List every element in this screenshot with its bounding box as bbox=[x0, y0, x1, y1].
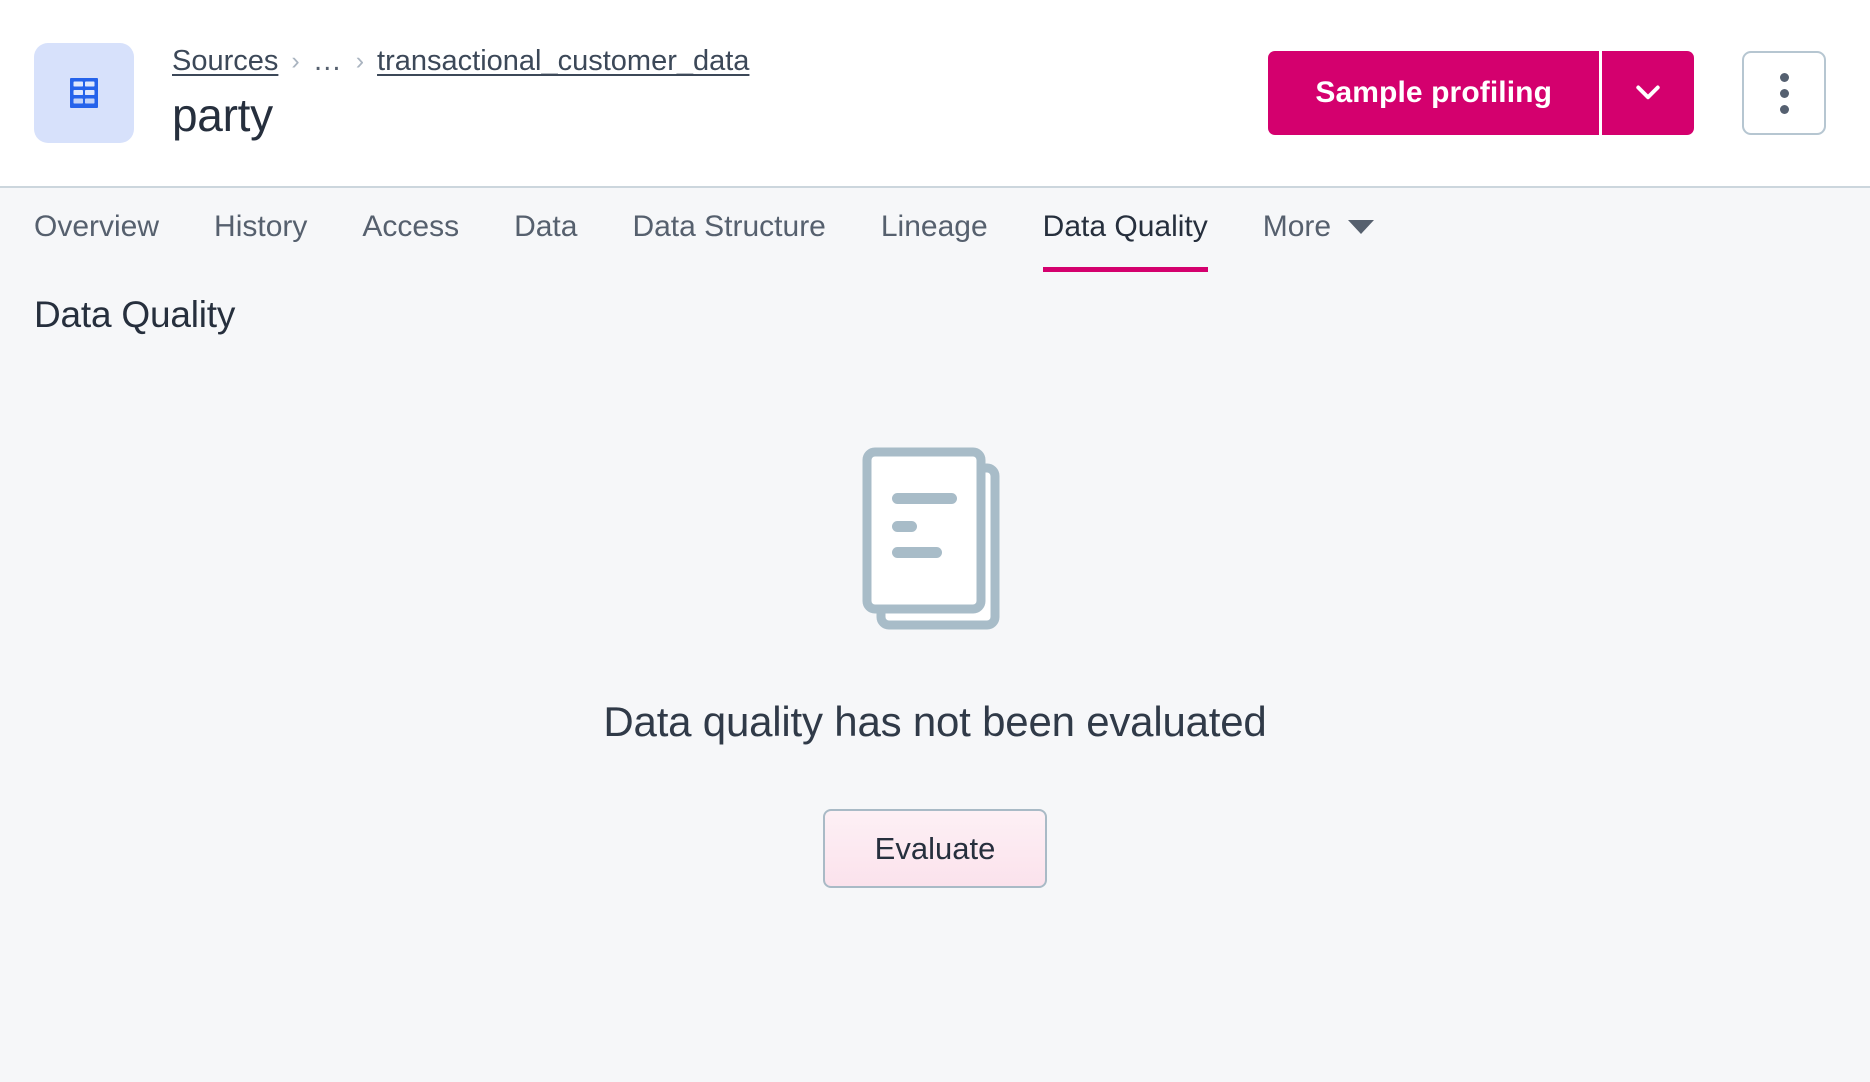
tab-overview[interactable]: Overview bbox=[34, 188, 159, 272]
tab-data-quality[interactable]: Data Quality bbox=[1042, 188, 1208, 272]
title-block: Sources › … › transactional_customer_dat… bbox=[172, 45, 749, 141]
entity-type-icon-tile bbox=[34, 43, 134, 143]
tab-label: Overview bbox=[34, 210, 160, 243]
page-title: party bbox=[172, 88, 273, 141]
sample-profiling-split-button: Sample profiling bbox=[1268, 51, 1694, 135]
tab-lineage[interactable]: Lineage bbox=[881, 188, 988, 272]
tab-history[interactable]: History bbox=[214, 188, 307, 272]
tab-label: Access bbox=[362, 210, 460, 243]
main-content: Data Quality Data quality has not been e… bbox=[0, 272, 1870, 888]
tab-data-structure[interactable]: Data Structure bbox=[632, 188, 825, 272]
documents-stack-icon bbox=[855, 441, 1015, 641]
empty-state-message: Data quality has not been evaluated bbox=[603, 698, 1267, 745]
breadcrumb: Sources › … › transactional_customer_dat… bbox=[172, 45, 749, 78]
tab-data[interactable]: Data bbox=[514, 188, 577, 272]
breadcrumb-separator: › bbox=[291, 46, 300, 75]
chevron-down-icon bbox=[1348, 220, 1375, 234]
tab-bar: Overview History Access Data Data Struct… bbox=[0, 188, 1870, 272]
tab-label: More bbox=[1262, 210, 1332, 243]
tab-more[interactable]: More bbox=[1262, 188, 1375, 272]
sample-profiling-dropdown-button[interactable] bbox=[1602, 51, 1694, 135]
tab-label: Data Structure bbox=[632, 210, 826, 243]
breadcrumb-item-transactional-customer-data[interactable]: transactional_customer_data bbox=[377, 45, 749, 78]
tab-access[interactable]: Access bbox=[362, 188, 459, 272]
evaluate-button[interactable]: Evaluate bbox=[822, 809, 1048, 888]
sample-profiling-button[interactable]: Sample profiling bbox=[1268, 51, 1599, 135]
tab-label: Lineage bbox=[880, 210, 988, 243]
kebab-menu-icon bbox=[1779, 88, 1789, 98]
breadcrumb-separator: › bbox=[355, 46, 365, 75]
header-actions: Sample profiling bbox=[1268, 51, 1826, 135]
overflow-menu-button[interactable] bbox=[1742, 51, 1826, 135]
breadcrumb-item-ellipsis[interactable]: … bbox=[313, 45, 343, 78]
page-header: Sources › … › transactional_customer_dat… bbox=[0, 0, 1870, 188]
chevron-down-icon bbox=[1630, 74, 1666, 113]
tab-label: Data bbox=[514, 210, 578, 243]
tab-label: History bbox=[214, 210, 308, 243]
empty-state: Data quality has not been evaluated Eval… bbox=[0, 336, 1870, 888]
breadcrumb-item-sources[interactable]: Sources bbox=[172, 45, 278, 78]
kebab-menu-icon bbox=[1779, 72, 1789, 82]
table-icon bbox=[60, 69, 108, 117]
tab-label: Data Quality bbox=[1042, 210, 1208, 243]
kebab-menu-icon bbox=[1779, 104, 1789, 114]
section-title: Data Quality bbox=[34, 294, 236, 335]
